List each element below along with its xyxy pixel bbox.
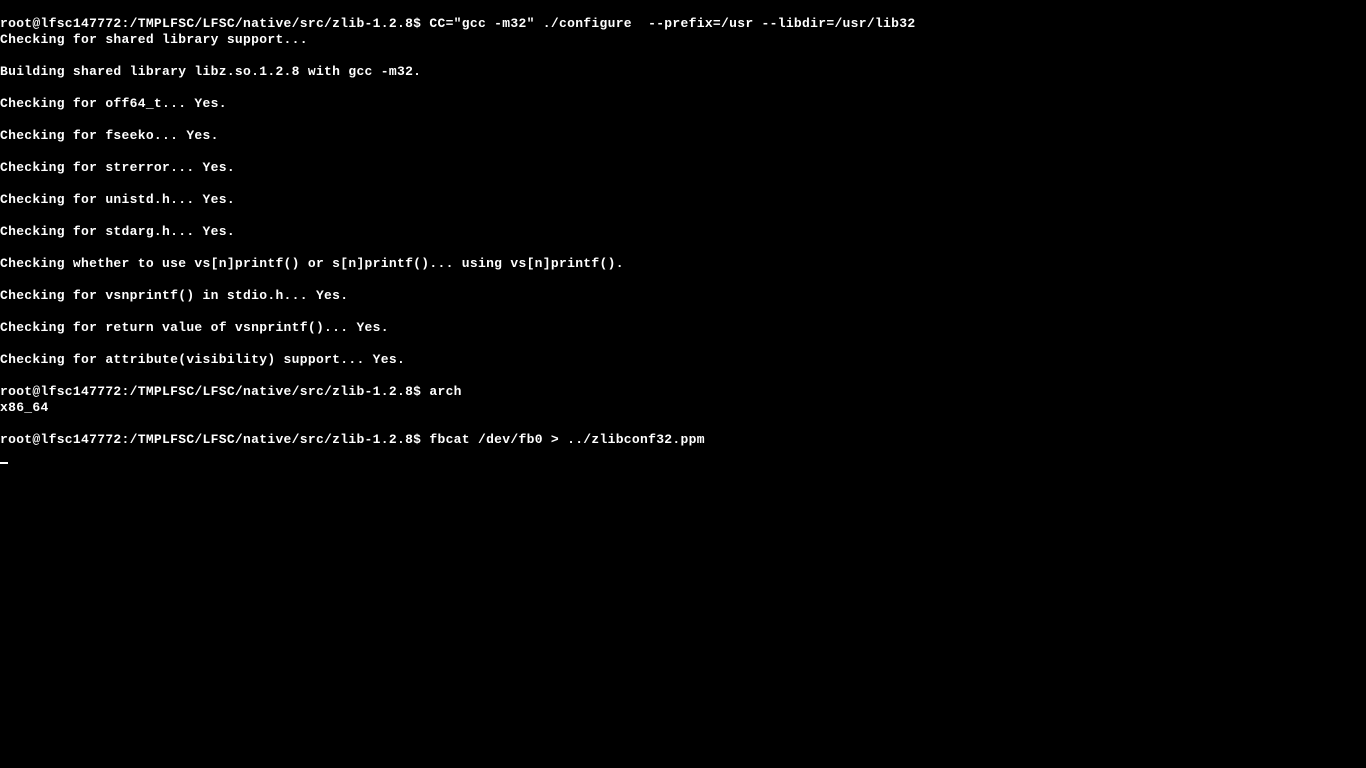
prompt-line-3: root@lfsc147772:/TMPLFSC/LFSC/native/src…: [0, 432, 705, 447]
prompt-line-1: root@lfsc147772:/TMPLFSC/LFSC/native/src…: [0, 16, 915, 31]
output-line: Checking for shared library support...: [0, 32, 1366, 48]
command-configure: CC="gcc -m32" ./configure --prefix=/usr …: [429, 16, 915, 31]
cursor-icon: [0, 462, 8, 464]
shell-prompt: root@lfsc147772:/TMPLFSC/LFSC/native/src…: [0, 432, 421, 447]
output-line: Checking for return value of vsnprintf()…: [0, 320, 1366, 336]
output-line: Checking for stdarg.h... Yes.: [0, 224, 1366, 240]
terminal-output[interactable]: root@lfsc147772:/TMPLFSC/LFSC/native/src…: [0, 0, 1366, 464]
output-line: Checking for fseeko... Yes.: [0, 128, 1366, 144]
output-line: Checking for strerror... Yes.: [0, 160, 1366, 176]
shell-prompt: root@lfsc147772:/TMPLFSC/LFSC/native/src…: [0, 384, 421, 399]
shell-prompt: root@lfsc147772:/TMPLFSC/LFSC/native/src…: [0, 16, 421, 31]
output-line: Checking for off64_t... Yes.: [0, 96, 1366, 112]
output-line: Checking for unistd.h... Yes.: [0, 192, 1366, 208]
command-arch: arch: [429, 384, 461, 399]
command-fbcat: fbcat /dev/fb0 > ../zlibconf32.ppm: [429, 432, 704, 447]
prompt-line-2: root@lfsc147772:/TMPLFSC/LFSC/native/src…: [0, 384, 462, 399]
output-line: Checking whether to use vs[n]printf() or…: [0, 256, 1366, 272]
output-line: Checking for attribute(visibility) suppo…: [0, 352, 1366, 368]
output-arch: x86_64: [0, 400, 1366, 416]
output-line: Checking for vsnprintf() in stdio.h... Y…: [0, 288, 1366, 304]
output-line: Building shared library libz.so.1.2.8 wi…: [0, 64, 1366, 80]
